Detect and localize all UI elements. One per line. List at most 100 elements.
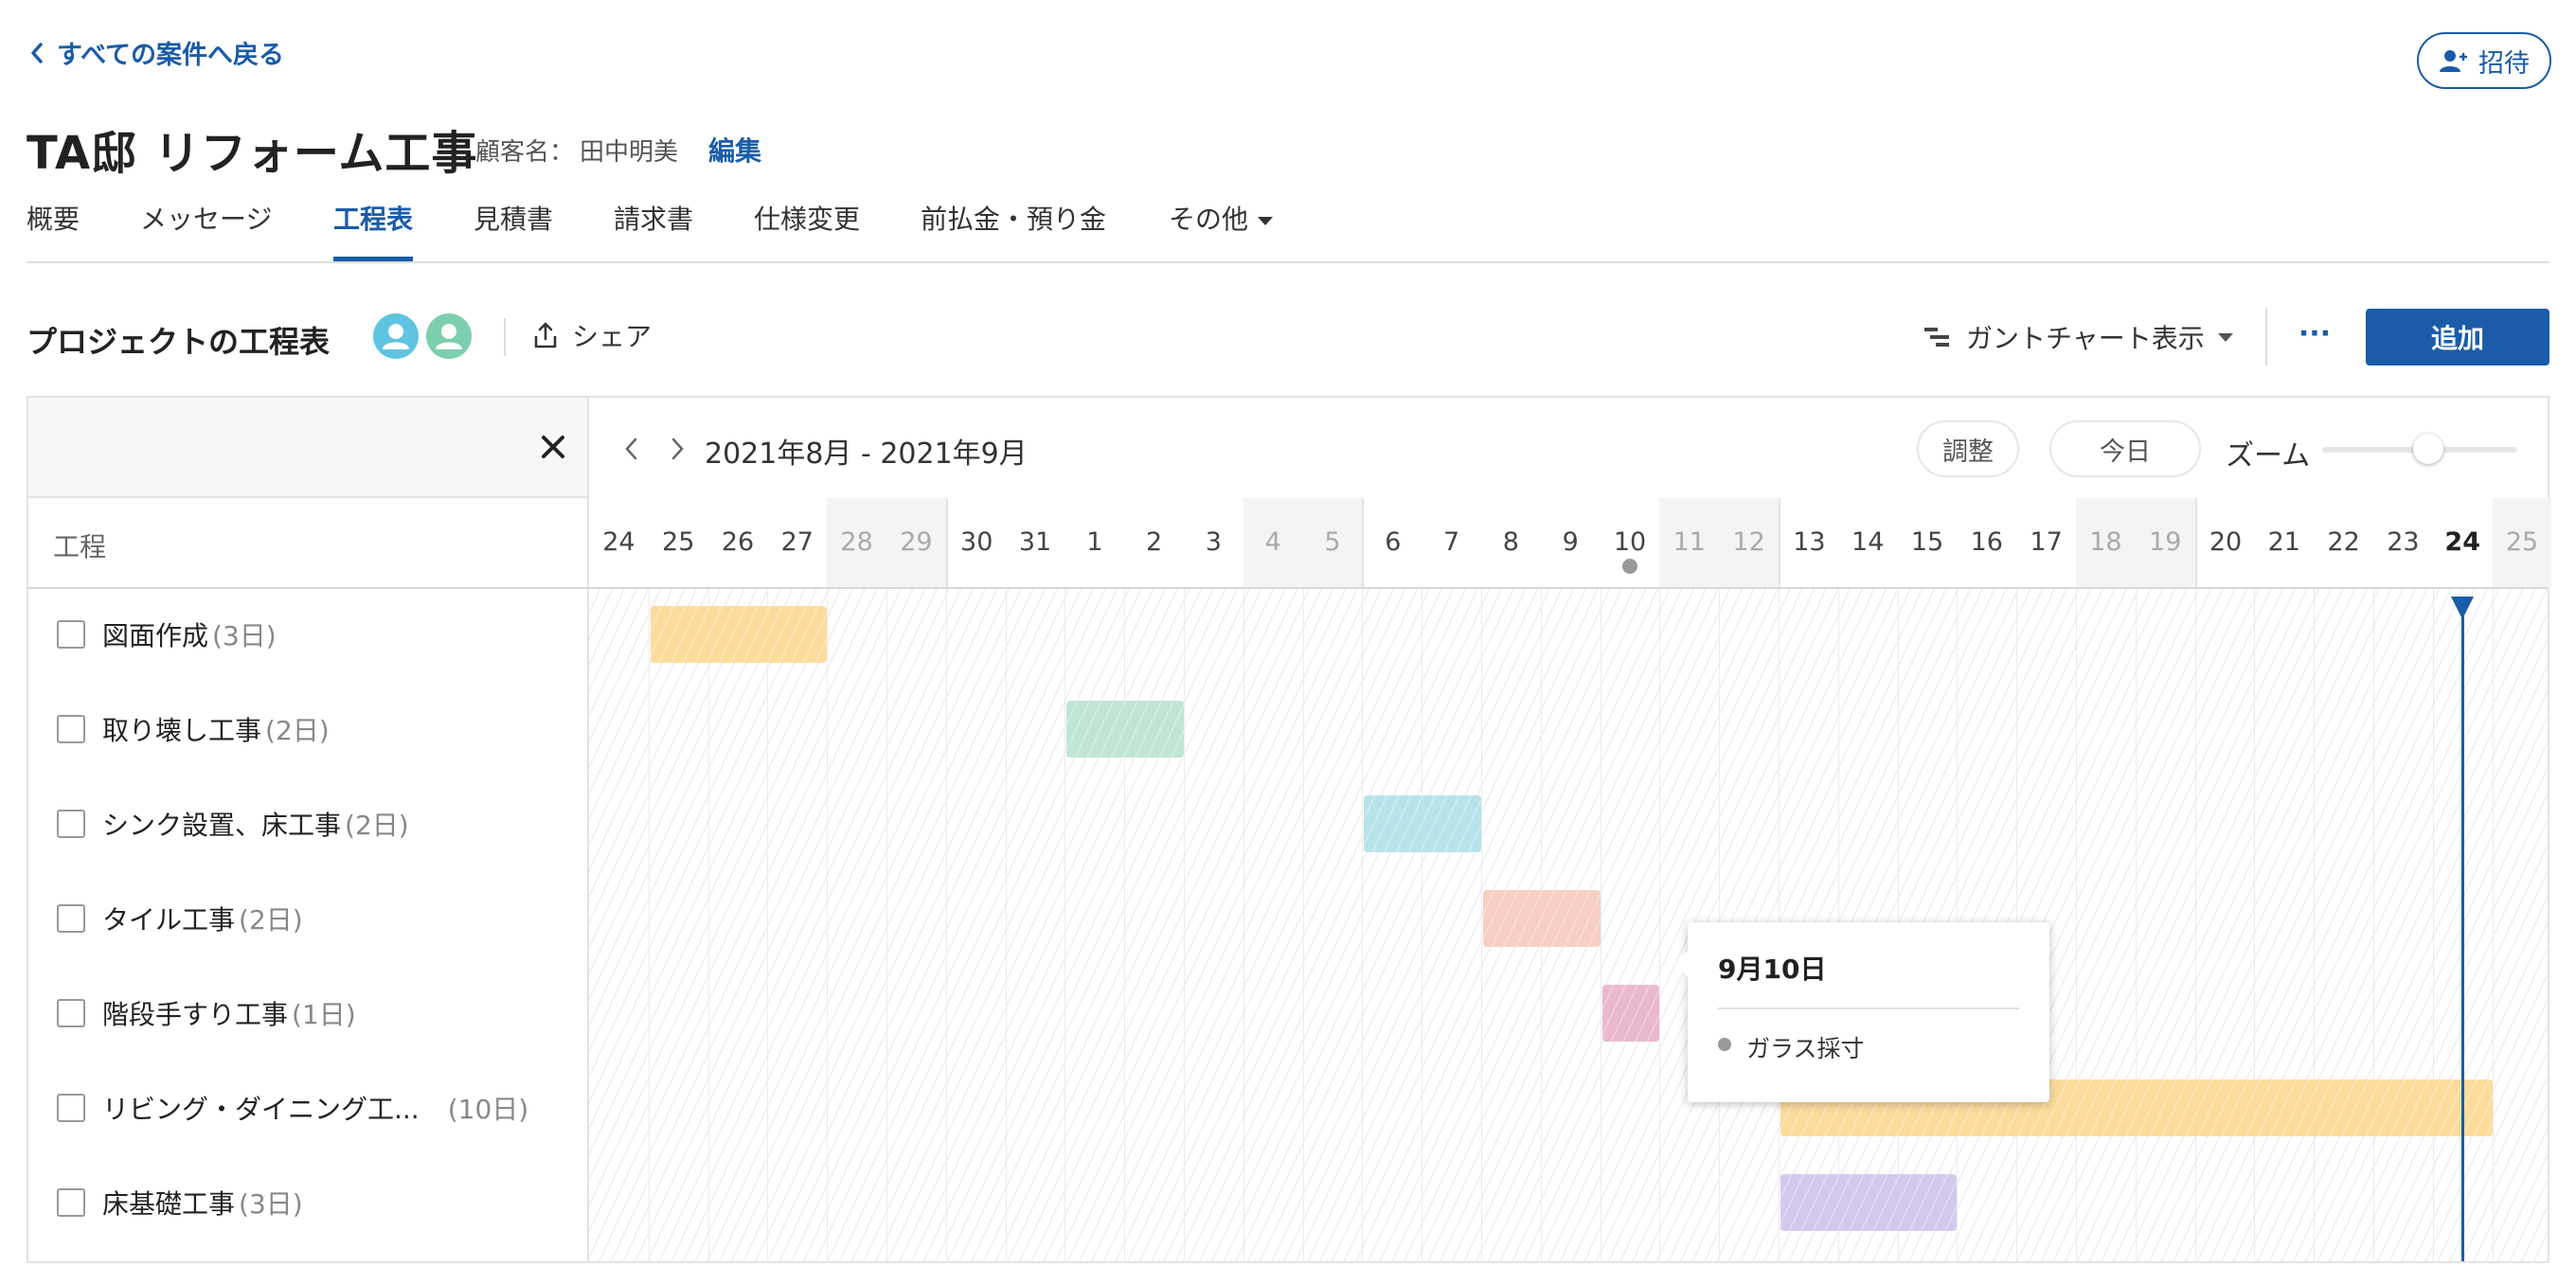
share-button[interactable]: シェア bbox=[532, 316, 652, 354]
task-bar[interactable] bbox=[1601, 985, 1660, 1042]
add-button[interactable]: 追加 bbox=[2366, 309, 2549, 366]
task-row[interactable]: 取り壊し工事 (2日) bbox=[57, 710, 330, 748]
edit-project-link[interactable]: 編集 bbox=[708, 131, 761, 169]
day-header: 6 bbox=[1362, 498, 1422, 587]
grid-line bbox=[945, 589, 947, 1261]
task-name: シンク設置、床工事 bbox=[102, 810, 342, 841]
day-header: 29 bbox=[886, 498, 946, 587]
more-options-button[interactable]: ··· bbox=[2294, 312, 2335, 354]
task-checkbox[interactable] bbox=[57, 1094, 85, 1122]
grid-line bbox=[1481, 589, 1482, 1261]
day-header: 24 bbox=[2444, 527, 2480, 557]
day-header: 28 bbox=[827, 498, 886, 587]
task-panel-header bbox=[28, 398, 589, 498]
grid-line bbox=[648, 589, 650, 1261]
grid-line bbox=[1064, 589, 1066, 1261]
day-header: 13 bbox=[1779, 498, 1838, 587]
avatar[interactable] bbox=[373, 313, 419, 359]
adjust-button[interactable]: 調整 bbox=[1917, 420, 2019, 477]
project-tabs: 概要 メッセージ 工程表 見積書 請求書 仕様変更 前払金・預り金 その他 bbox=[27, 199, 2549, 263]
grid-line bbox=[2492, 589, 2494, 1261]
task-row[interactable]: 図面作成 (3日) bbox=[57, 615, 277, 653]
invite-button[interactable]: 招待 bbox=[2417, 32, 2551, 89]
tooltip-divider bbox=[1718, 1008, 2019, 1009]
zoom-label: ズーム bbox=[2226, 439, 2311, 473]
day-header: 3 bbox=[1205, 527, 1222, 557]
gantt-chart-icon bbox=[1924, 328, 1949, 347]
zoom-slider-handle[interactable] bbox=[2413, 434, 2443, 464]
task-checkbox[interactable] bbox=[57, 810, 85, 838]
grid-line bbox=[2076, 589, 2077, 1261]
tab-estimates[interactable]: 見積書 bbox=[474, 199, 553, 261]
toolbar-divider bbox=[504, 318, 506, 356]
task-row[interactable]: シンク設置、床工事 (2日) bbox=[57, 805, 409, 843]
task-checkbox[interactable] bbox=[57, 904, 85, 933]
task-row[interactable]: タイル工事 (2日) bbox=[57, 900, 303, 937]
day-header: 30 bbox=[945, 498, 1006, 587]
day-header: 17 bbox=[2030, 527, 2063, 557]
tab-change-orders[interactable]: 仕様変更 bbox=[754, 199, 860, 261]
task-row[interactable]: 床基礎工事 (3日) bbox=[57, 1184, 303, 1222]
invite-label: 招待 bbox=[2478, 48, 2530, 79]
tab-more[interactable]: その他 bbox=[1169, 199, 1274, 261]
task-duration: (2日) bbox=[345, 810, 409, 841]
avatar[interactable] bbox=[426, 313, 472, 359]
client-label: 顧客名： bbox=[475, 138, 575, 167]
share-label: シェア bbox=[572, 321, 653, 352]
day-header: 23 bbox=[2387, 527, 2420, 557]
prev-arrow-icon[interactable] bbox=[621, 436, 642, 462]
grid-line bbox=[2135, 589, 2137, 1261]
tooltip-date: 9月10日 bbox=[1718, 954, 1827, 985]
next-arrow-icon[interactable] bbox=[667, 436, 688, 462]
gantt-chart: 2021年8月 - 2021年9月 調整 今日 ズーム 工程 24 25 26 27 2… bbox=[27, 396, 2552, 1263]
back-label: すべての案件へ戻る bbox=[57, 41, 285, 70]
task-name: 取り壊し工事 bbox=[102, 715, 262, 746]
task-checkbox[interactable] bbox=[57, 1188, 85, 1217]
chevron-left-icon bbox=[31, 42, 43, 63]
grid-line bbox=[2194, 589, 2196, 1261]
gantt-view-dropdown[interactable]: ガントチャート表示 bbox=[1923, 318, 2233, 356]
tab-overview[interactable]: 概要 bbox=[27, 199, 80, 261]
day-header: 26 bbox=[721, 527, 755, 557]
task-checkbox[interactable] bbox=[57, 999, 85, 1027]
task-name: リビング・ダイニング工... bbox=[102, 1094, 420, 1125]
day-header: 9 bbox=[1562, 527, 1579, 557]
tab-schedule[interactable]: 工程表 bbox=[333, 199, 414, 261]
task-checkbox[interactable] bbox=[57, 715, 85, 743]
milestone-dot-icon bbox=[1718, 1038, 1731, 1051]
task-bar[interactable] bbox=[1364, 795, 1481, 852]
user-avatar-icon bbox=[426, 313, 472, 359]
day-header: 4 bbox=[1243, 498, 1303, 587]
tab-messages[interactable]: メッセージ bbox=[140, 199, 272, 261]
task-row[interactable]: 階段手すり工事 (1日) bbox=[57, 994, 356, 1032]
task-row[interactable]: リビング・ダイニング工... (10日) bbox=[57, 1089, 528, 1127]
day-header: 31 bbox=[1018, 527, 1052, 557]
task-name: 階段手すり工事 bbox=[102, 999, 289, 1030]
milestone-dot[interactable] bbox=[1622, 559, 1637, 574]
day-header: 7 bbox=[1442, 527, 1460, 557]
task-bar[interactable] bbox=[1066, 701, 1184, 758]
tab-deposits[interactable]: 前払金・預り金 bbox=[921, 199, 1106, 261]
timeline-grid bbox=[589, 589, 2548, 1261]
task-duration: (3日) bbox=[239, 1188, 303, 1220]
day-header: 19 bbox=[2135, 498, 2195, 587]
task-checkbox[interactable] bbox=[57, 620, 85, 649]
back-to-projects-link[interactable]: すべての案件へ戻る bbox=[28, 34, 284, 71]
timeline-header: 工程 24 25 26 27 28 29 30 31 1 2 3 4 5 6 7 8 9 10 11 12 13 14 15… bbox=[28, 498, 2552, 589]
user-avatar-icon bbox=[373, 313, 419, 359]
client-name: 田中明美 bbox=[580, 138, 679, 167]
grid-line bbox=[1005, 589, 1007, 1261]
toolbar-divider bbox=[2265, 309, 2267, 366]
share-icon bbox=[534, 322, 557, 348]
grid-line bbox=[1302, 589, 1304, 1261]
task-bar[interactable] bbox=[1780, 1174, 1958, 1231]
today-button[interactable]: 今日 bbox=[2049, 420, 2201, 477]
task-bar[interactable] bbox=[1483, 890, 1601, 947]
grid-line bbox=[1243, 589, 1244, 1261]
task-name: 図面作成 bbox=[102, 620, 209, 651]
day-header: 5 bbox=[1302, 498, 1363, 587]
task-list: 図面作成 (3日) 取り壊し工事 (2日) シンク設置、床工事 (2日) タイル工事 (2日)… bbox=[28, 589, 589, 1261]
task-bar[interactable] bbox=[650, 606, 828, 663]
tab-invoices[interactable]: 請求書 bbox=[614, 199, 693, 261]
close-icon[interactable] bbox=[538, 432, 568, 462]
